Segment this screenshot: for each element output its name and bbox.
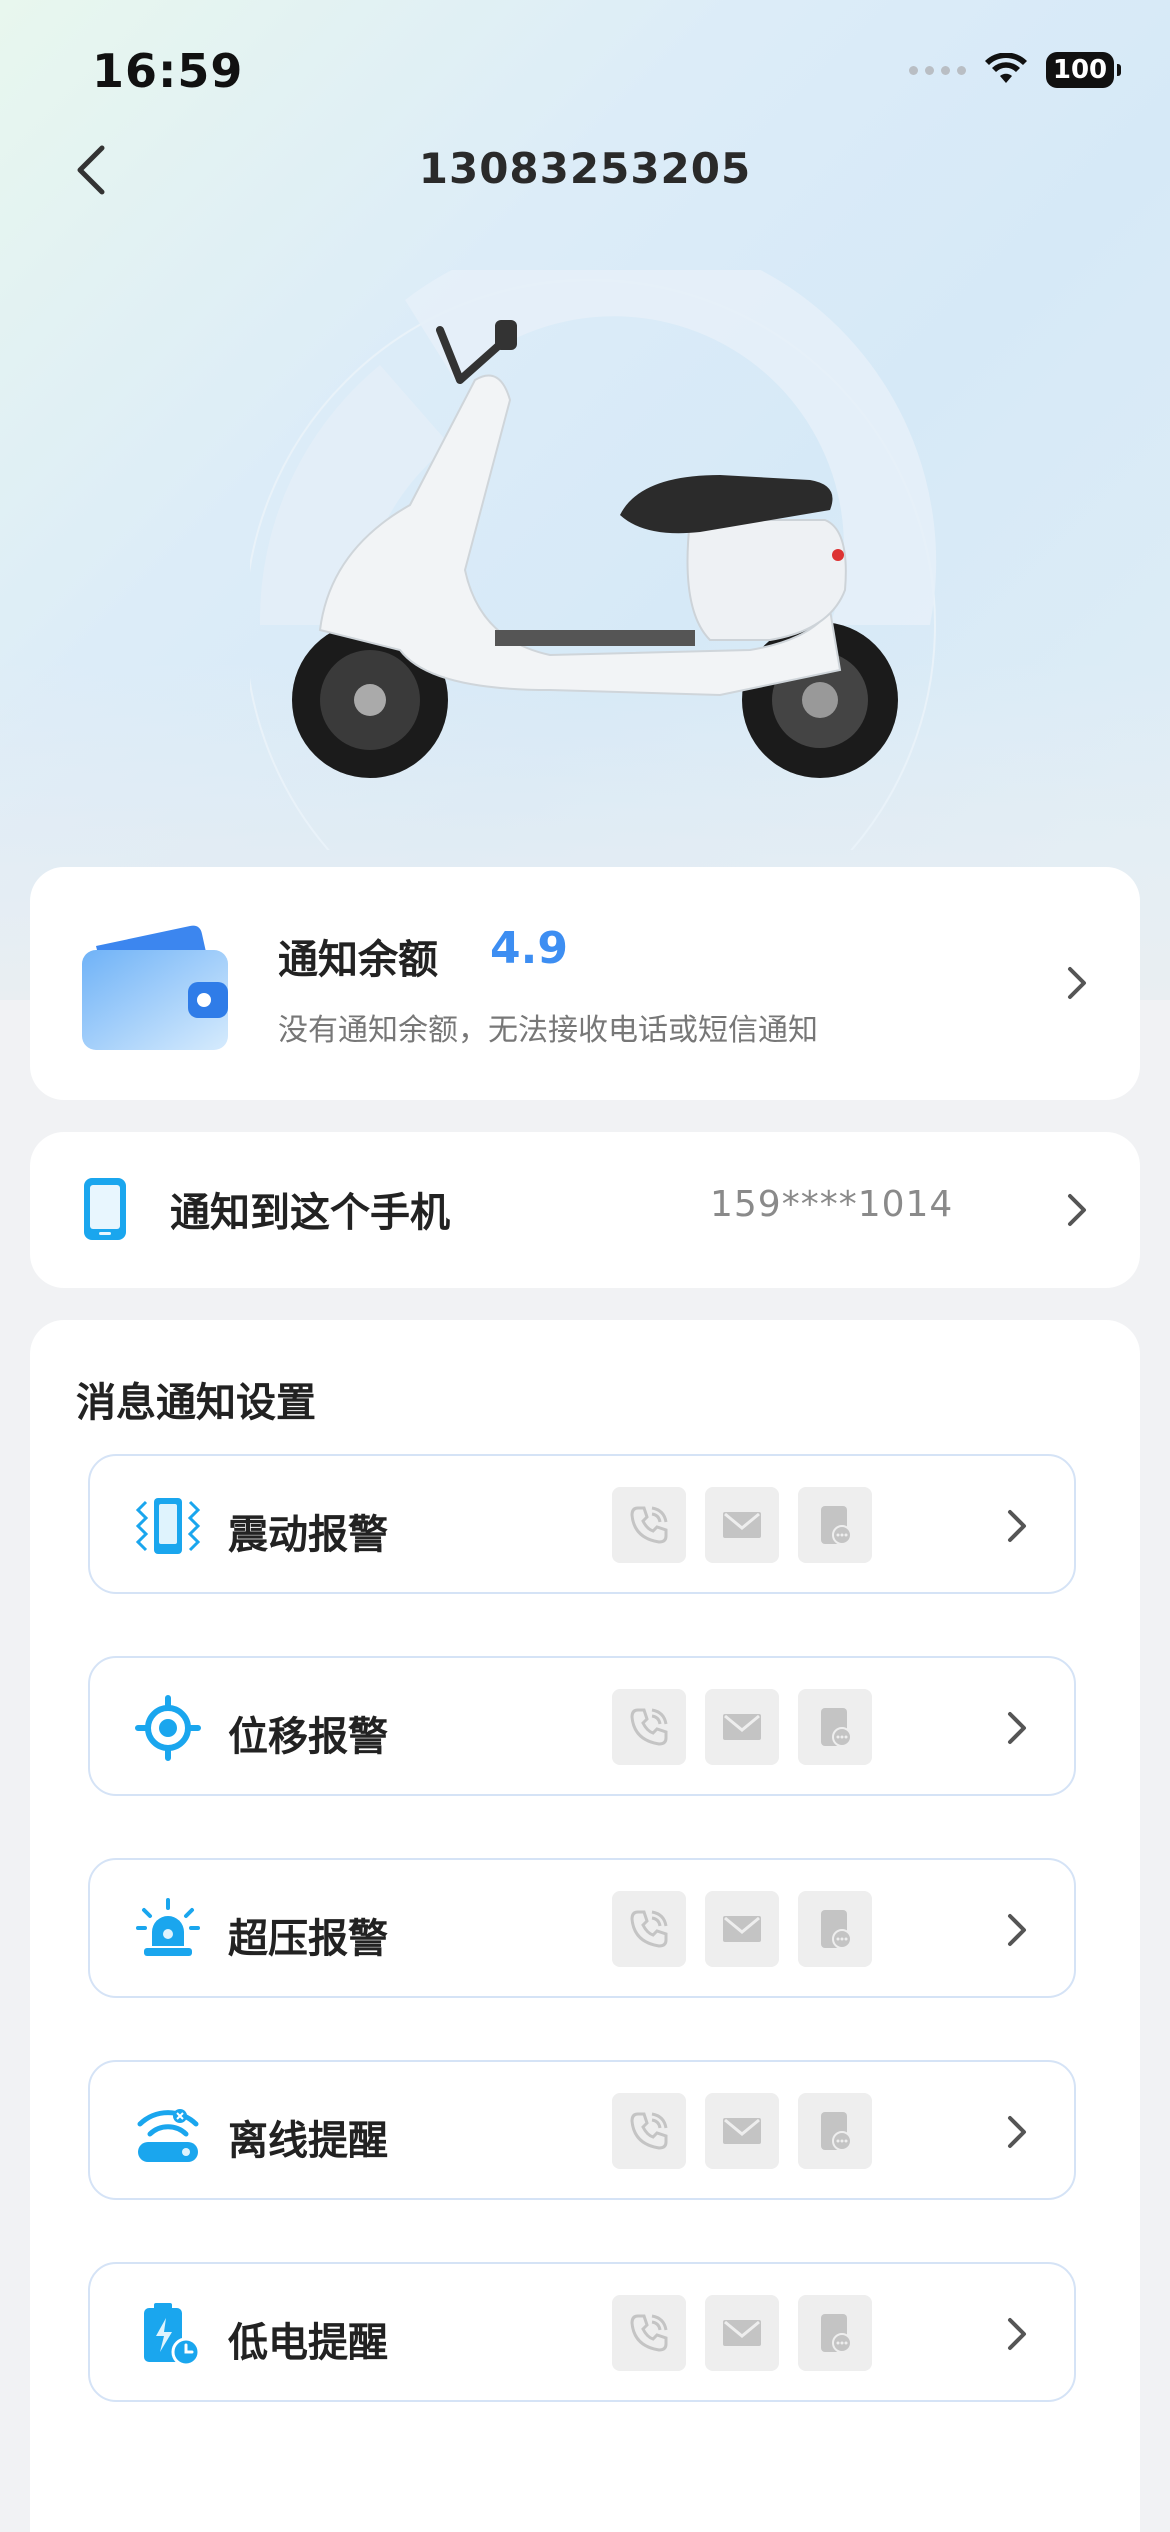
section-title: 消息通知设置 [76, 1380, 316, 1426]
wallet-icon [82, 925, 228, 1050]
status-bar: 16:59 100 [0, 0, 1170, 140]
sms-channel[interactable] [705, 1891, 779, 1967]
alarm-row-offline[interactable]: 离线提醒 [88, 2060, 1076, 2200]
alarm-row-displacement[interactable]: 位移报警 [88, 1656, 1076, 1796]
chevron-right-icon [1008, 1510, 1026, 1542]
alarm-label: 震动报警 [228, 1512, 388, 1558]
cellular-signal-icon [909, 65, 966, 75]
chevron-right-icon [1068, 967, 1086, 999]
vibration-icon [135, 1498, 201, 1554]
balance-description: 没有通知余额，无法接收电话或短信通知 [278, 1013, 818, 1048]
status-time: 16:59 [92, 44, 244, 98]
app-push-channel[interactable] [798, 2295, 872, 2371]
location-target-icon [135, 1695, 201, 1761]
sms-icon [723, 2118, 761, 2144]
notification-balance-card[interactable]: 通知余额 4.9 没有通知余额，无法接收电话或短信通知 [30, 867, 1140, 1100]
sms-channel[interactable] [705, 2093, 779, 2169]
sms-icon [723, 2320, 761, 2346]
notification-settings-card: 消息通知设置 震动报警 位移报警 超压报警 离线提醒 低电提醒 [30, 1320, 1140, 2532]
phone-call-channel[interactable] [612, 2295, 686, 2371]
chevron-right-icon [1008, 1712, 1026, 1744]
alarm-row-vibration[interactable]: 震动报警 [88, 1454, 1076, 1594]
phone-call-icon [630, 1910, 668, 1948]
balance-value: 4.9 [490, 923, 568, 974]
page-title: 13083253205 [418, 144, 752, 193]
sms-icon [723, 1916, 761, 1942]
siren-icon [136, 1898, 200, 1956]
wifi-icon [985, 53, 1027, 83]
phone-call-icon [630, 2112, 668, 2150]
app-push-icon [821, 1708, 852, 1747]
phone-call-icon [630, 2314, 668, 2352]
phone-call-channel[interactable] [612, 1487, 686, 1563]
notify-phone-number: 159****1014 [710, 1184, 954, 1225]
app-push-icon [821, 2314, 852, 2353]
mobile-phone-icon [84, 1178, 126, 1240]
phone-call-icon [630, 1506, 668, 1544]
sms-channel[interactable] [705, 1487, 779, 1563]
alarm-label: 低电提醒 [228, 2320, 388, 2366]
sms-channel[interactable] [705, 1689, 779, 1765]
chevron-right-icon [1068, 1194, 1086, 1226]
alarm-label: 离线提醒 [228, 2118, 388, 2164]
app-push-channel[interactable] [798, 2093, 872, 2169]
phone-call-channel[interactable] [612, 1891, 686, 1967]
alarm-label: 位移报警 [228, 1714, 388, 1760]
balance-title: 通知余额 [278, 937, 438, 983]
chevron-right-icon [1008, 2318, 1026, 2350]
status-icons: 100 [909, 52, 1121, 88]
chevron-right-icon [1008, 1914, 1026, 1946]
alarm-label: 超压报警 [228, 1916, 388, 1962]
phone-call-icon [630, 1708, 668, 1746]
chevron-right-icon [1008, 2116, 1026, 2148]
sms-icon [723, 1714, 761, 1740]
scooter-image [250, 270, 937, 850]
app-push-icon [821, 1910, 852, 1949]
battery-icon: 100 [1046, 52, 1121, 88]
offline-wifi-icon [137, 2109, 199, 2162]
alarm-row-low-battery[interactable]: 低电提醒 [88, 2262, 1076, 2402]
app-push-icon [821, 2112, 852, 2151]
navigation-bar: 13083253205 [0, 130, 1170, 210]
phone-call-channel[interactable] [612, 2093, 686, 2169]
app-push-channel[interactable] [798, 1689, 872, 1765]
app-push-channel[interactable] [798, 1891, 872, 1967]
phone-call-channel[interactable] [612, 1689, 686, 1765]
notify-phone-card[interactable]: 通知到这个手机 159****1014 [30, 1132, 1140, 1288]
app-push-channel[interactable] [798, 1487, 872, 1563]
sms-icon [723, 1512, 761, 1538]
low-battery-icon [144, 2303, 201, 2367]
alarm-row-overvoltage[interactable]: 超压报警 [88, 1858, 1076, 1998]
sms-channel[interactable] [705, 2295, 779, 2371]
notify-phone-label: 通知到这个手机 [170, 1190, 450, 1236]
app-push-icon [821, 1506, 852, 1545]
